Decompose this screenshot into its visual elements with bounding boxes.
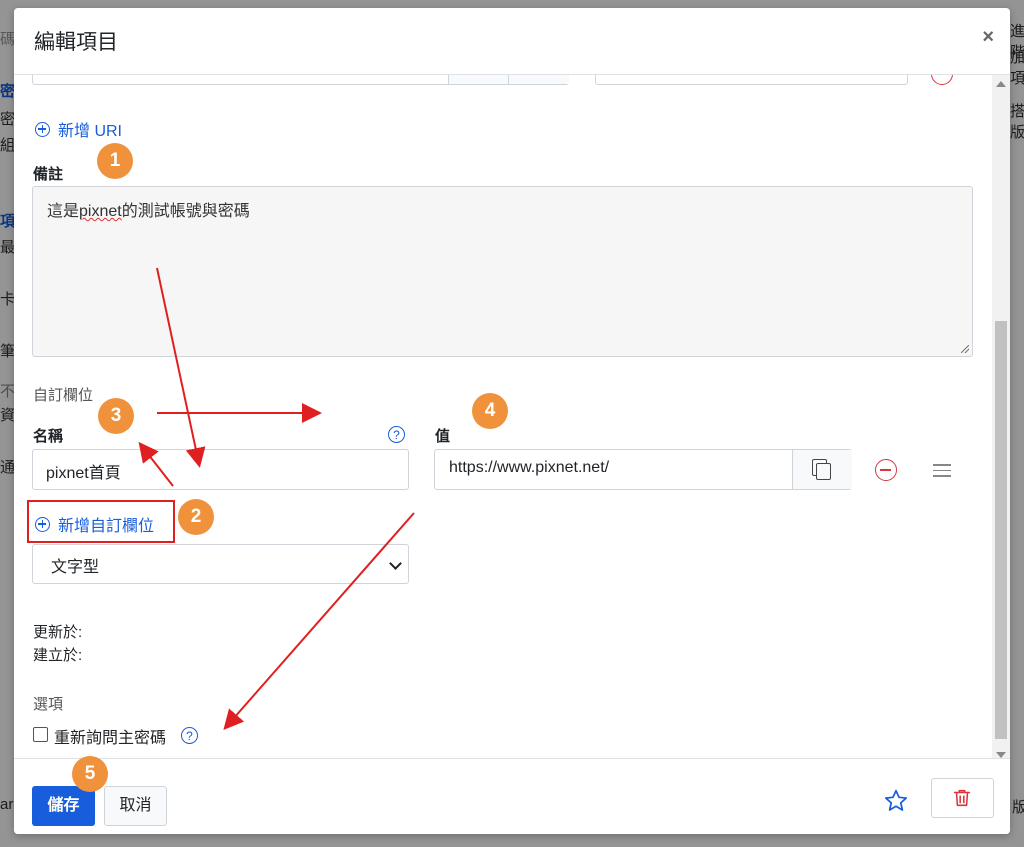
annotation-arrows (138, 267, 415, 731)
annotation-arrow (156, 267, 206, 468)
annotation-arrow (138, 441, 174, 487)
annotation-arrow (223, 512, 415, 731)
